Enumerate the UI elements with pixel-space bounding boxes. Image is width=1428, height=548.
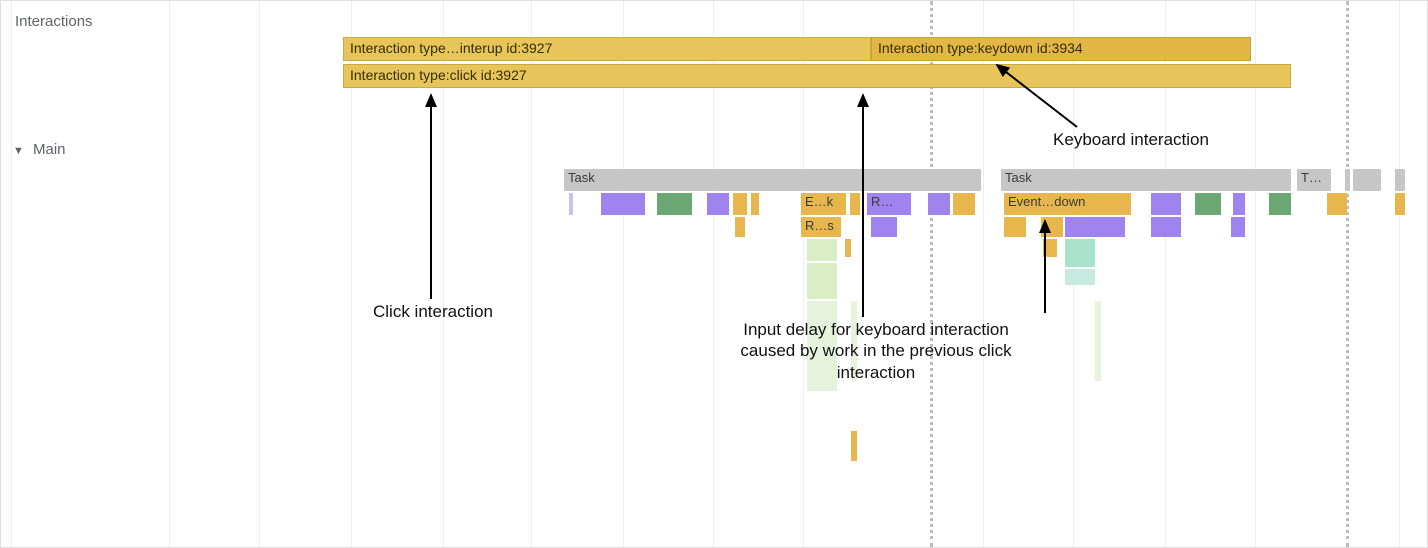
track-label-main: Main — [33, 141, 66, 158]
flame-event[interactable]: E…k — [801, 193, 846, 215]
interaction-bar-pointerup[interactable]: Interaction type…interup id:3927 — [343, 37, 871, 61]
flame-slice[interactable] — [1269, 193, 1291, 215]
flame-slice[interactable]: R… — [867, 193, 911, 215]
flame-slice[interactable] — [851, 431, 857, 461]
interaction-bar-label: Interaction type:keydown id:3934 — [872, 38, 1250, 58]
timeline-gridline — [169, 1, 170, 547]
flame-task[interactable] — [1353, 169, 1381, 191]
flame-slice[interactable] — [1095, 301, 1101, 381]
flame-slice[interactable] — [751, 193, 759, 215]
annotation-input-delay: Input delay for keyboard interaction cau… — [721, 319, 1031, 383]
timeline-gridline — [1399, 1, 1400, 547]
flame-label: R… — [867, 193, 911, 210]
flame-label: E…k — [801, 193, 846, 210]
flame-label: Task — [1001, 169, 1291, 186]
timeline-gridline — [11, 1, 12, 547]
flame-slice[interactable] — [735, 217, 745, 237]
flame-task[interactable] — [1395, 169, 1405, 191]
disclosure-triangle-icon[interactable]: ▼ — [13, 145, 24, 157]
flame-slice[interactable] — [733, 193, 747, 215]
flame-label: Event…down — [1004, 193, 1131, 210]
flame-label: Task — [564, 169, 981, 186]
flame-slice[interactable] — [807, 239, 837, 261]
flame-slice[interactable] — [928, 193, 950, 215]
flame-label: T… — [1297, 169, 1331, 186]
flame-slice[interactable]: R…s — [801, 217, 841, 237]
interaction-bar-label: Interaction type:click id:3927 — [344, 65, 1290, 85]
timeline-marker — [1346, 1, 1349, 547]
flame-task[interactable]: Task — [1001, 169, 1291, 191]
flame-slice[interactable] — [1004, 217, 1026, 237]
flame-slice[interactable] — [707, 193, 729, 215]
flame-task[interactable]: Task — [564, 169, 981, 191]
interaction-bar-click[interactable]: Interaction type:click id:3927 — [343, 64, 1291, 88]
flame-slice[interactable] — [1327, 193, 1347, 215]
interaction-bar-keydown[interactable]: Interaction type:keydown id:3934 — [871, 37, 1251, 61]
flame-slice[interactable] — [871, 217, 897, 237]
flame-slice[interactable] — [1395, 193, 1405, 215]
flame-slice[interactable] — [1233, 193, 1245, 215]
flame-event[interactable]: Event…down — [1004, 193, 1131, 215]
flame-slice[interactable] — [569, 193, 573, 215]
flame-slice[interactable] — [1151, 217, 1181, 237]
annotation-click: Click interaction — [343, 301, 523, 322]
flame-slice[interactable] — [1151, 193, 1181, 215]
flame-slice[interactable] — [1065, 269, 1095, 285]
flame-task[interactable] — [1345, 169, 1350, 191]
performance-panel-excerpt: Interactions ▼ Main Interaction type…int… — [0, 0, 1428, 548]
interaction-bar-label: Interaction type…interup id:3927 — [344, 38, 870, 58]
flame-task[interactable]: T… — [1297, 169, 1331, 191]
annotation-keyboard: Keyboard interaction — [1021, 129, 1241, 150]
flame-slice[interactable] — [1043, 239, 1057, 257]
flame-slice[interactable] — [1065, 239, 1095, 267]
flame-slice[interactable] — [657, 193, 692, 215]
flame-slice[interactable] — [850, 193, 860, 215]
flame-slice[interactable] — [807, 263, 837, 299]
flame-slice[interactable] — [1195, 193, 1221, 215]
flame-slice[interactable] — [845, 239, 851, 257]
flame-slice[interactable] — [1065, 217, 1125, 237]
timeline-gridline — [259, 1, 260, 547]
flame-label: R…s — [801, 217, 841, 234]
flame-slice[interactable] — [1041, 217, 1063, 237]
flame-slice[interactable] — [601, 193, 645, 215]
flame-slice[interactable] — [1231, 217, 1245, 237]
flame-slice[interactable] — [953, 193, 975, 215]
track-label-interactions: Interactions — [15, 13, 93, 30]
